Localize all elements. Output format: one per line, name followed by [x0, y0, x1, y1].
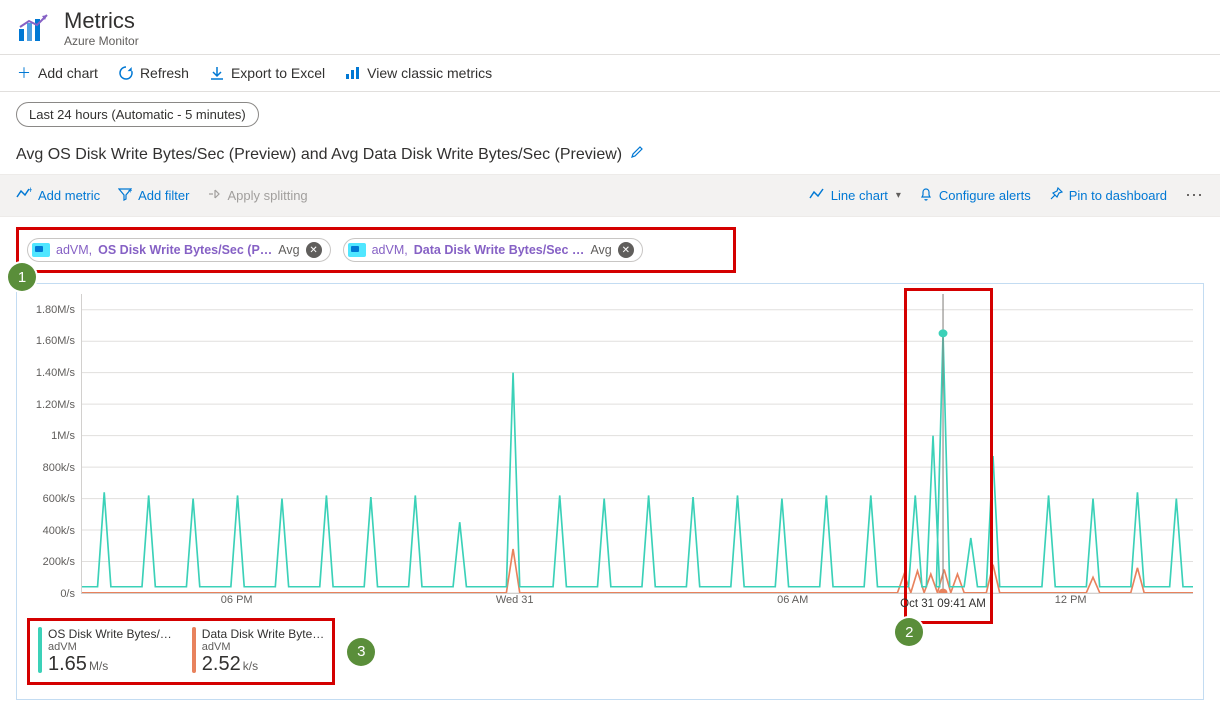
readout-resource: adVM — [202, 641, 324, 653]
readout-unit: k/s — [243, 659, 258, 673]
pin-dashboard-button[interactable]: Pin to dashboard — [1049, 187, 1167, 204]
time-range-text: Last 24 hours (Automatic - 5 minutes) — [29, 107, 246, 122]
add-metric-icon: + — [16, 187, 32, 204]
refresh-icon — [118, 65, 134, 81]
add-filter-label: Add filter — [138, 188, 189, 203]
legend-color-swatch — [192, 627, 196, 673]
refresh-label: Refresh — [140, 65, 189, 81]
metric-chips-highlight: adVM, OS Disk Write Bytes/Sec (P… Avg ✕ … — [16, 227, 736, 273]
page-subtitle: Azure Monitor — [64, 34, 139, 48]
add-metric-label: Add metric — [38, 188, 100, 203]
chart-plot[interactable]: Oct 31 09:41 AM — [81, 294, 1193, 594]
refresh-button[interactable]: Refresh — [118, 65, 189, 81]
add-filter-button[interactable]: + Add filter — [118, 187, 189, 204]
metrics-icon — [16, 10, 52, 46]
readout-metric: OS Disk Write Bytes/… — [48, 627, 172, 641]
edit-title-icon[interactable] — [630, 145, 644, 164]
chip-metric: OS Disk Write Bytes/Sec (P… — [98, 243, 272, 257]
readout-resource: adVM — [48, 641, 172, 653]
alerts-label: Configure alerts — [939, 188, 1031, 203]
top-toolbar: ＋ Add chart Refresh Export to Excel View… — [0, 55, 1220, 92]
y-tick-label: 800k/s — [43, 462, 75, 474]
chart-type-label: Line chart — [831, 188, 888, 203]
download-icon — [209, 65, 225, 81]
svg-text:+: + — [128, 187, 132, 195]
legend-readout: Data Disk Write Byte… adVM 2.52k/s — [192, 627, 324, 676]
y-axis: 0/s200k/s400k/s600k/s800k/s1M/s1.20M/s1.… — [27, 294, 81, 594]
readout-value: 1.65 — [48, 653, 87, 675]
chevron-down-icon: ▾ — [896, 190, 901, 201]
chip-resource: adVM, — [56, 243, 92, 257]
x-tick-label: 12 PM — [1055, 594, 1087, 606]
svg-text:+: + — [28, 187, 32, 195]
y-tick-label: 400k/s — [43, 525, 75, 537]
pin-label: Pin to dashboard — [1069, 188, 1167, 203]
time-range-pill[interactable]: Last 24 hours (Automatic - 5 minutes) — [16, 102, 259, 127]
line-chart-icon — [809, 187, 825, 204]
chip-metric: Data Disk Write Bytes/Sec … — [414, 243, 585, 257]
apply-splitting-button: Apply splitting — [207, 187, 307, 204]
chip-aggregation: Avg — [278, 243, 299, 257]
readout-value: 2.52 — [202, 653, 241, 675]
classic-metrics-button[interactable]: View classic metrics — [345, 65, 492, 81]
page-title: Metrics — [64, 8, 139, 34]
pin-icon — [1049, 187, 1063, 204]
vm-icon — [348, 243, 366, 257]
bell-icon — [919, 187, 933, 204]
legend-readout: OS Disk Write Bytes/… adVM 1.65M/s — [38, 627, 172, 676]
chart-panel: 0/s 200k/s 400k/s 600k/s 800k/s 1M/s 1.20M/s 1.… — [16, 283, 1204, 700]
export-label: Export to Excel — [231, 65, 325, 81]
y-tick-label: 1.40M/s — [36, 367, 75, 379]
chart-type-dropdown[interactable]: Line chart ▾ — [809, 187, 901, 204]
add-chart-button[interactable]: ＋ Add chart — [16, 65, 98, 81]
remove-chip-icon[interactable]: ✕ — [618, 242, 634, 258]
add-metric-button[interactable]: + Add metric — [16, 187, 100, 204]
remove-chip-icon[interactable]: ✕ — [306, 242, 322, 258]
chart-title: Avg OS Disk Write Bytes/Sec (Preview) an… — [16, 146, 622, 164]
metric-chip[interactable]: adVM, Data Disk Write Bytes/Sec … Avg ✕ — [343, 238, 643, 262]
y-tick-label: 1.80M/s — [36, 304, 75, 316]
apply-split-label: Apply splitting — [227, 188, 307, 203]
readout-unit: M/s — [89, 659, 108, 673]
chip-resource: adVM, — [372, 243, 408, 257]
export-button[interactable]: Export to Excel — [209, 65, 325, 81]
y-tick-label: 200k/s — [43, 556, 75, 568]
x-tick-label: 06 AM — [777, 594, 808, 606]
more-options-button[interactable]: ⋯ — [1185, 185, 1204, 206]
classic-label: View classic metrics — [367, 65, 492, 81]
chart-toolbar: + Add metric + Add filter Apply splittin… — [0, 174, 1220, 217]
split-icon — [207, 187, 221, 204]
annotation-badge-1: 1 — [8, 263, 36, 291]
y-tick-label: 0/s — [60, 588, 75, 600]
legend-color-swatch — [38, 627, 42, 673]
readouts-highlight: OS Disk Write Bytes/… adVM 1.65M/s Data … — [27, 618, 335, 685]
metric-chips-row: adVM, OS Disk Write Bytes/Sec (P… Avg ✕ … — [0, 217, 1220, 283]
y-tick-label: 1M/s — [51, 430, 75, 442]
x-tick-label: 06 PM — [221, 594, 253, 606]
page-header: Metrics Azure Monitor — [0, 0, 1220, 55]
y-tick-label: 600k/s — [43, 493, 75, 505]
x-axis: 06 PM Wed 31 06 AM 12 PM — [81, 594, 1193, 610]
vm-icon — [32, 243, 50, 257]
y-tick-label: 1.20M/s — [36, 399, 75, 411]
readout-metric: Data Disk Write Byte… — [202, 627, 324, 641]
x-tick-label: Wed 31 — [496, 594, 534, 606]
filter-icon: + — [118, 187, 132, 204]
configure-alerts-button[interactable]: Configure alerts — [919, 187, 1031, 204]
y-tick-label: 1.60M/s — [36, 335, 75, 347]
add-chart-label: Add chart — [38, 65, 98, 81]
metric-chip[interactable]: adVM, OS Disk Write Bytes/Sec (P… Avg ✕ — [27, 238, 331, 262]
chip-aggregation: Avg — [590, 243, 611, 257]
annotation-badge-3: 3 — [347, 638, 375, 666]
bar-chart-icon — [345, 65, 361, 81]
plus-icon: ＋ — [16, 65, 32, 81]
